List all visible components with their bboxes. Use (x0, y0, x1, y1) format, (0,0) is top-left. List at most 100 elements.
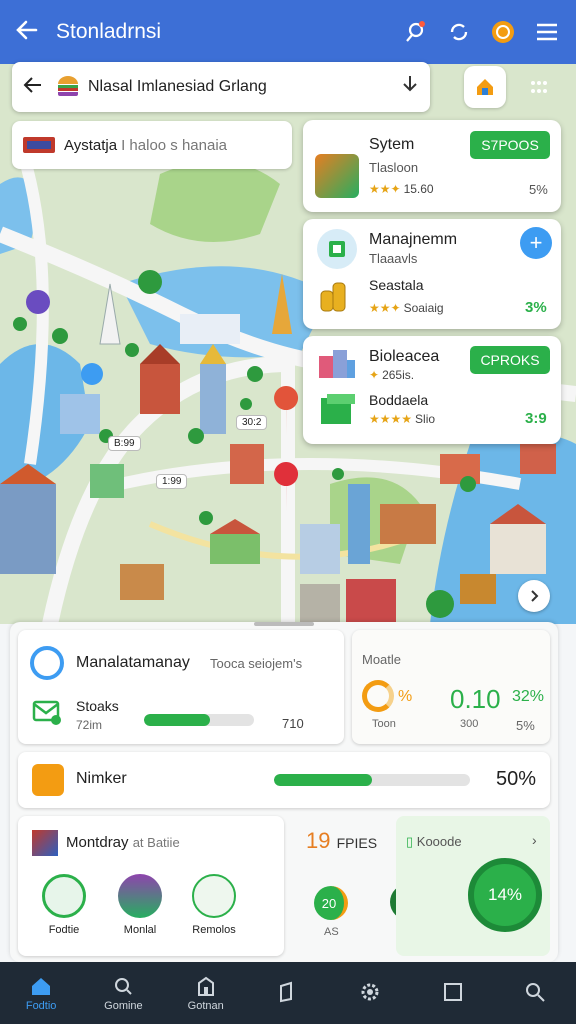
app-title: Stonladrnsi (56, 20, 162, 43)
building-icon (197, 976, 214, 996)
location-name: Aystatja (64, 136, 118, 154)
book-icon (279, 981, 292, 1002)
card-title: Manalatamanay (76, 654, 190, 671)
home-map-icon (477, 79, 493, 95)
option-monlal[interactable]: Monlal (110, 874, 170, 936)
mail-icon (32, 698, 64, 731)
nav-square[interactable] (418, 981, 488, 1006)
panel-sub: ✦ 265is. (369, 368, 415, 382)
bottom-nav: Fodtio Gomine Gotnan (0, 962, 576, 1024)
stocks-label: Stoaks (76, 698, 119, 714)
item-title: Seastala (369, 277, 424, 293)
gauge-sub: Toon (372, 718, 396, 730)
moatle-card[interactable]: Moatle % Toon 0.10 300 32% 5% (352, 630, 550, 744)
gauge-icon (362, 680, 394, 712)
nimker-pct: 50% (496, 768, 537, 790)
system-action-button[interactable]: S7POOS (470, 131, 550, 159)
location-pin-icon[interactable] (400, 17, 430, 47)
system-panel[interactable]: Sytem Tlasloon ★★✦ 15.60 S7POOS 5% (303, 120, 561, 212)
box-icon (319, 392, 357, 433)
stocks-progress-bar (144, 714, 254, 726)
panel-pct: 3% (525, 299, 547, 316)
map-label[interactable]: 1:99 (156, 474, 188, 489)
sheet-handle[interactable] (254, 622, 314, 626)
kooode-card[interactable]: ▯ Kooode › 14% (396, 816, 550, 956)
chevron-right-icon (531, 590, 539, 602)
building-icon (317, 346, 357, 385)
map-label[interactable]: B:99 (108, 436, 141, 451)
management-card[interactable]: Manalatamanay Tooca seiojem's Stoaks 72i… (18, 630, 344, 744)
fpies-circle-1[interactable]: 20 (314, 886, 348, 920)
location-chip[interactable]: Aystatja I haloo s hanaia (12, 121, 292, 169)
fpies-value: 19 FPIES (306, 828, 378, 853)
back-arrow-icon[interactable] (14, 17, 40, 48)
nimker-progress-bar (274, 774, 470, 786)
download-icon[interactable] (400, 74, 420, 101)
rating-stars: ★★✦ Soaiaig (369, 301, 444, 315)
search-bar[interactable]: Nlasal Imlanesiad Grlang (12, 62, 430, 112)
chart-icon (317, 229, 357, 269)
cube-icon (32, 830, 58, 856)
search-icon (115, 977, 133, 995)
rating-stars: ★★★★ Slio (369, 412, 436, 426)
nav-home[interactable]: Fodtio (6, 975, 76, 1012)
stocks-sub: 72im (76, 718, 103, 732)
box-icon (32, 764, 64, 796)
map-label[interactable]: 30:2 (236, 415, 268, 430)
nimker-card[interactable]: Nimker 50% (18, 752, 550, 808)
rating-stars: ★★✦ 15.60 (369, 182, 434, 196)
search-text[interactable]: Nlasal Imlanesiad Grlang (88, 78, 400, 96)
fpies-section[interactable]: 19 FPIES 20 AS 30 (300, 816, 426, 956)
panel-sub: Tlasloon (369, 160, 419, 175)
recycle-icon (42, 874, 86, 918)
back-arrow-icon[interactable] (22, 74, 44, 101)
menu-icon[interactable] (532, 17, 562, 47)
kooode-label: ▯ Kooode (406, 834, 462, 849)
stack-icon (118, 874, 162, 918)
montdray-card[interactable]: Montdray at Batiie Fodtie Monlal Remolos (18, 816, 284, 956)
map-layer-button[interactable] (464, 66, 506, 108)
burger-icon (56, 74, 80, 101)
grid-dots-icon (531, 81, 547, 93)
stat1-value: 0.10 (450, 684, 501, 714)
panel-pct: 3:9 (525, 410, 547, 427)
chevron-right-icon[interactable]: › (532, 832, 537, 848)
stat2-sub: 5% (516, 718, 535, 733)
gauge-pct: % (398, 688, 413, 705)
option-fodtie[interactable]: Fodtie (34, 874, 94, 936)
manajnemm-panel[interactable]: Manajnemm Tlaaavls + Seastala ★★✦ Soaiaig… (303, 219, 561, 329)
option-remolos[interactable]: Remolos (184, 874, 244, 936)
bioleacea-panel[interactable]: Bioleacea ✦ 265is. CPROKS Boddaela ★★★★ Sl… (303, 336, 561, 444)
item-title: Boddaela (369, 392, 429, 408)
add-button[interactable]: + (520, 227, 552, 259)
top-bar: Stonladrnsi (0, 0, 576, 64)
progress-ring: 14% (468, 858, 542, 932)
panel-pct: 5% (529, 182, 548, 197)
map-next-button[interactable] (518, 580, 550, 612)
panel-title: Bioleacea (369, 348, 440, 365)
game-thumbnail-icon (315, 154, 359, 198)
nimker-label: Nimker (76, 770, 127, 787)
nav-buildings[interactable]: Gotnan (171, 975, 241, 1012)
magnifier-icon (525, 982, 545, 1002)
location-sub: I haloo s hanaia (121, 136, 228, 154)
stat1-sub: 300 (460, 718, 479, 730)
home-icon (32, 977, 51, 995)
stocks-value: 710 (282, 716, 304, 731)
nav-settings[interactable] (335, 981, 405, 1006)
square-icon (443, 982, 462, 1001)
nav-search[interactable]: Gomine (88, 975, 158, 1012)
grid-button[interactable] (518, 66, 560, 108)
fpies-circle-1-sub: AS (324, 926, 339, 938)
nav-magnifier[interactable] (500, 981, 570, 1006)
bag-icon (192, 874, 236, 918)
target-icon (30, 646, 64, 680)
panel-title: Manajnemm (369, 231, 458, 248)
ticket-icon (23, 137, 55, 153)
nav-book[interactable] (253, 981, 323, 1006)
bioleacea-action-button[interactable]: CPROKS (470, 346, 550, 374)
sync-icon[interactable] (444, 17, 474, 47)
moatle-label: Moatle (362, 652, 402, 667)
coin-icon[interactable] (488, 17, 518, 47)
card-subtitle: Tooca seiojem's (210, 656, 303, 671)
